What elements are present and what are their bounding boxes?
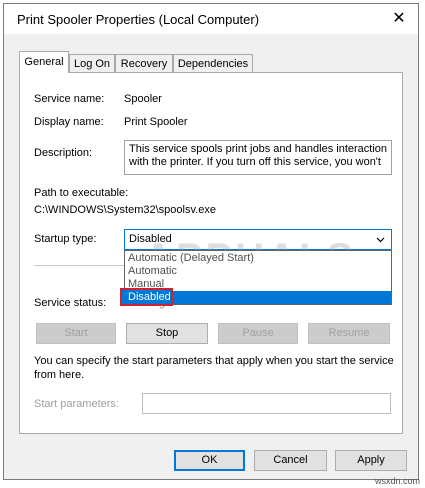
startup-type-dropdown: Automatic (Delayed Start) Automatic Manu… (120, 250, 392, 306)
startup-type-label: Startup type: (34, 233, 97, 245)
service-status-label: Service status: (34, 297, 107, 309)
service-name-label: Service name: (34, 93, 105, 105)
start-params-input[interactable] (142, 393, 391, 414)
tab-general[interactable]: General (19, 51, 69, 73)
general-tab-panel: Service name: Spooler Display name: Prin… (19, 72, 403, 434)
display-name-label: Display name: (34, 116, 104, 128)
path-label: Path to executable: (34, 187, 129, 199)
tab-dependencies[interactable]: Dependencies (173, 54, 253, 72)
title-bar[interactable]: Print Spooler Properties (Local Computer… (4, 4, 418, 34)
start-button[interactable]: Start (36, 323, 116, 344)
cancel-button[interactable]: Cancel (254, 450, 327, 471)
start-params-hint-line-2: from here. (34, 369, 85, 381)
pause-button[interactable]: Pause (218, 323, 298, 344)
option-automatic[interactable]: Automatic (125, 265, 391, 278)
close-icon[interactable]: ✕ (388, 9, 410, 29)
window-title: Print Spooler Properties (Local Computer… (17, 12, 260, 27)
description-line-1: This service spools print jobs and handl… (129, 143, 388, 155)
stop-button[interactable]: Stop (126, 323, 208, 344)
description-field[interactable]: This service spools print jobs and handl… (124, 140, 392, 175)
ok-button[interactable]: OK (174, 450, 245, 471)
apply-button[interactable]: Apply (335, 450, 407, 471)
chevron-down-icon[interactable] (376, 235, 385, 244)
description-label: Description: (34, 147, 93, 159)
option-automatic-delayed[interactable]: Automatic (Delayed Start) (125, 252, 391, 265)
option-disabled-label: Disabled (128, 291, 171, 303)
option-disabled[interactable]: Disabled (120, 288, 391, 306)
tab-log-on[interactable]: Log On (69, 54, 115, 72)
path-value: C:\WINDOWS\System32\spoolsv.exe (34, 204, 216, 216)
service-name-value: Spooler (124, 93, 162, 105)
display-name-value: Print Spooler (124, 116, 188, 128)
start-params-hint-line-1: You can specify the start parameters tha… (34, 355, 394, 367)
start-params-label: Start parameters: (34, 398, 119, 410)
description-line-2: with the printer. If you turn off this s… (129, 156, 381, 168)
properties-dialog: Print Spooler Properties (Local Computer… (3, 3, 419, 480)
site-label: wsxdn.com (374, 476, 420, 486)
resume-button[interactable]: Resume (308, 323, 390, 344)
tab-recovery[interactable]: Recovery (115, 54, 173, 72)
